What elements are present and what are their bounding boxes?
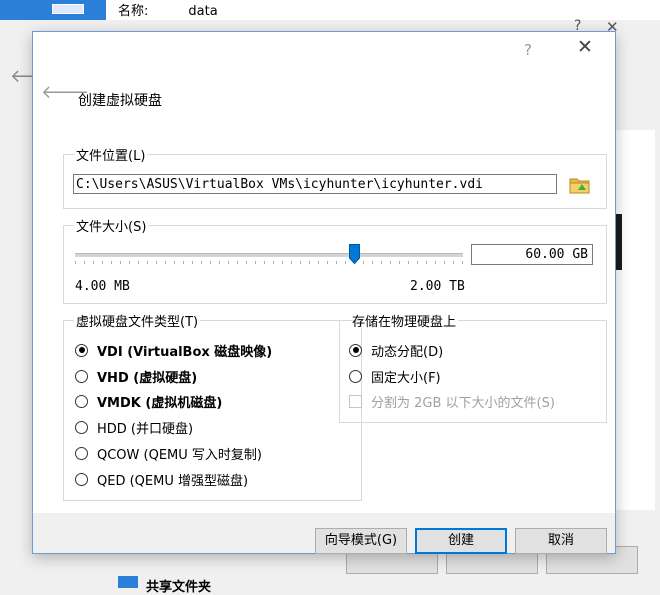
size-min-label: 4.00 MB bbox=[75, 279, 130, 294]
radio-label: QED (QEMU 增强型磁盘) bbox=[97, 473, 249, 489]
size-max-label: 2.00 TB bbox=[410, 279, 465, 294]
radio-button[interactable] bbox=[75, 446, 88, 460]
radio-dynamic[interactable]: 动态分配(D) bbox=[349, 340, 443, 360]
radio-label: VHD (虚拟硬盘) bbox=[97, 370, 198, 386]
background-folder-icon bbox=[118, 576, 138, 588]
file-location-legend: 文件位置(L) bbox=[76, 149, 146, 164]
storage-legend: 存储在物理硬盘上 bbox=[352, 315, 457, 330]
radio-button[interactable] bbox=[75, 472, 88, 486]
radio-label: 动态分配(D) bbox=[371, 344, 444, 360]
size-slider-ticks bbox=[75, 261, 463, 264]
background-name-row: 名称: data bbox=[118, 0, 218, 19]
background-bottom-label: 共享文件夹 bbox=[146, 580, 212, 595]
radio-label: VDI (VirtualBox 磁盘映像) bbox=[97, 344, 273, 360]
disk-type-legend: 虚拟硬盘文件类型(T) bbox=[76, 315, 199, 330]
radio-vhd[interactable]: VHD (虚拟硬盘) bbox=[75, 366, 197, 386]
split-files-checkbox-row: 分割为 2GB 以下大小的文件(S) bbox=[349, 391, 555, 411]
size-slider-track[interactable] bbox=[75, 253, 463, 257]
size-slider-thumb[interactable] bbox=[348, 244, 360, 264]
radio-button[interactable] bbox=[75, 394, 88, 408]
cancel-button[interactable]: 取消 bbox=[515, 528, 607, 554]
radio-button[interactable] bbox=[75, 420, 88, 434]
folder-icon[interactable] bbox=[569, 175, 591, 195]
create-virtual-disk-dialog: ? ✕ 🡐 创建虚拟硬盘 文件位置(L) C:\Users\ASUS\Virtu… bbox=[32, 31, 616, 554]
radio-fixed[interactable]: 固定大小(F) bbox=[349, 366, 441, 386]
background-selected-item bbox=[0, 0, 106, 20]
help-icon[interactable]: ? bbox=[524, 41, 532, 59]
background-name-label: 名称: bbox=[118, 4, 149, 19]
radio-button[interactable] bbox=[75, 343, 88, 357]
radio-label: HDD (并口硬盘) bbox=[97, 421, 194, 437]
radio-vmdk[interactable]: VMDK (虚拟机磁盘) bbox=[75, 391, 222, 411]
radio-label: QCOW (QEMU 写入时复制) bbox=[97, 447, 262, 463]
radio-qcow[interactable]: QCOW (QEMU 写入时复制) bbox=[75, 443, 262, 463]
radio-button[interactable] bbox=[75, 369, 88, 383]
background-right-panel bbox=[614, 130, 655, 510]
radio-vdi[interactable]: VDI (VirtualBox 磁盘映像) bbox=[75, 340, 272, 360]
dialog-title: 创建虚拟硬盘 bbox=[78, 93, 162, 109]
checkbox-label: 分割为 2GB 以下大小的文件(S) bbox=[371, 395, 555, 411]
radio-hdd[interactable]: HDD (并口硬盘) bbox=[75, 417, 193, 437]
file-size-legend: 文件大小(S) bbox=[76, 220, 147, 235]
checkbox bbox=[349, 394, 362, 408]
background-name-value: data bbox=[188, 4, 218, 19]
radio-label: 固定大小(F) bbox=[371, 370, 441, 386]
radio-label: VMDK (虚拟机磁盘) bbox=[97, 395, 223, 411]
file-path-input[interactable]: C:\Users\ASUS\VirtualBox VMs\icyhunter\i… bbox=[73, 174, 557, 194]
create-button[interactable]: 创建 bbox=[415, 528, 507, 554]
radio-button[interactable] bbox=[349, 343, 362, 357]
close-icon[interactable]: ✕ bbox=[577, 38, 593, 57]
radio-qed[interactable]: QED (QEMU 增强型磁盘) bbox=[75, 469, 248, 489]
guided-mode-button[interactable]: 向导模式(G) bbox=[315, 528, 407, 554]
dialog-titlebar: ? ✕ bbox=[33, 32, 615, 70]
size-value-input[interactable]: 60.00 GB bbox=[471, 244, 593, 265]
radio-button[interactable] bbox=[349, 369, 362, 383]
